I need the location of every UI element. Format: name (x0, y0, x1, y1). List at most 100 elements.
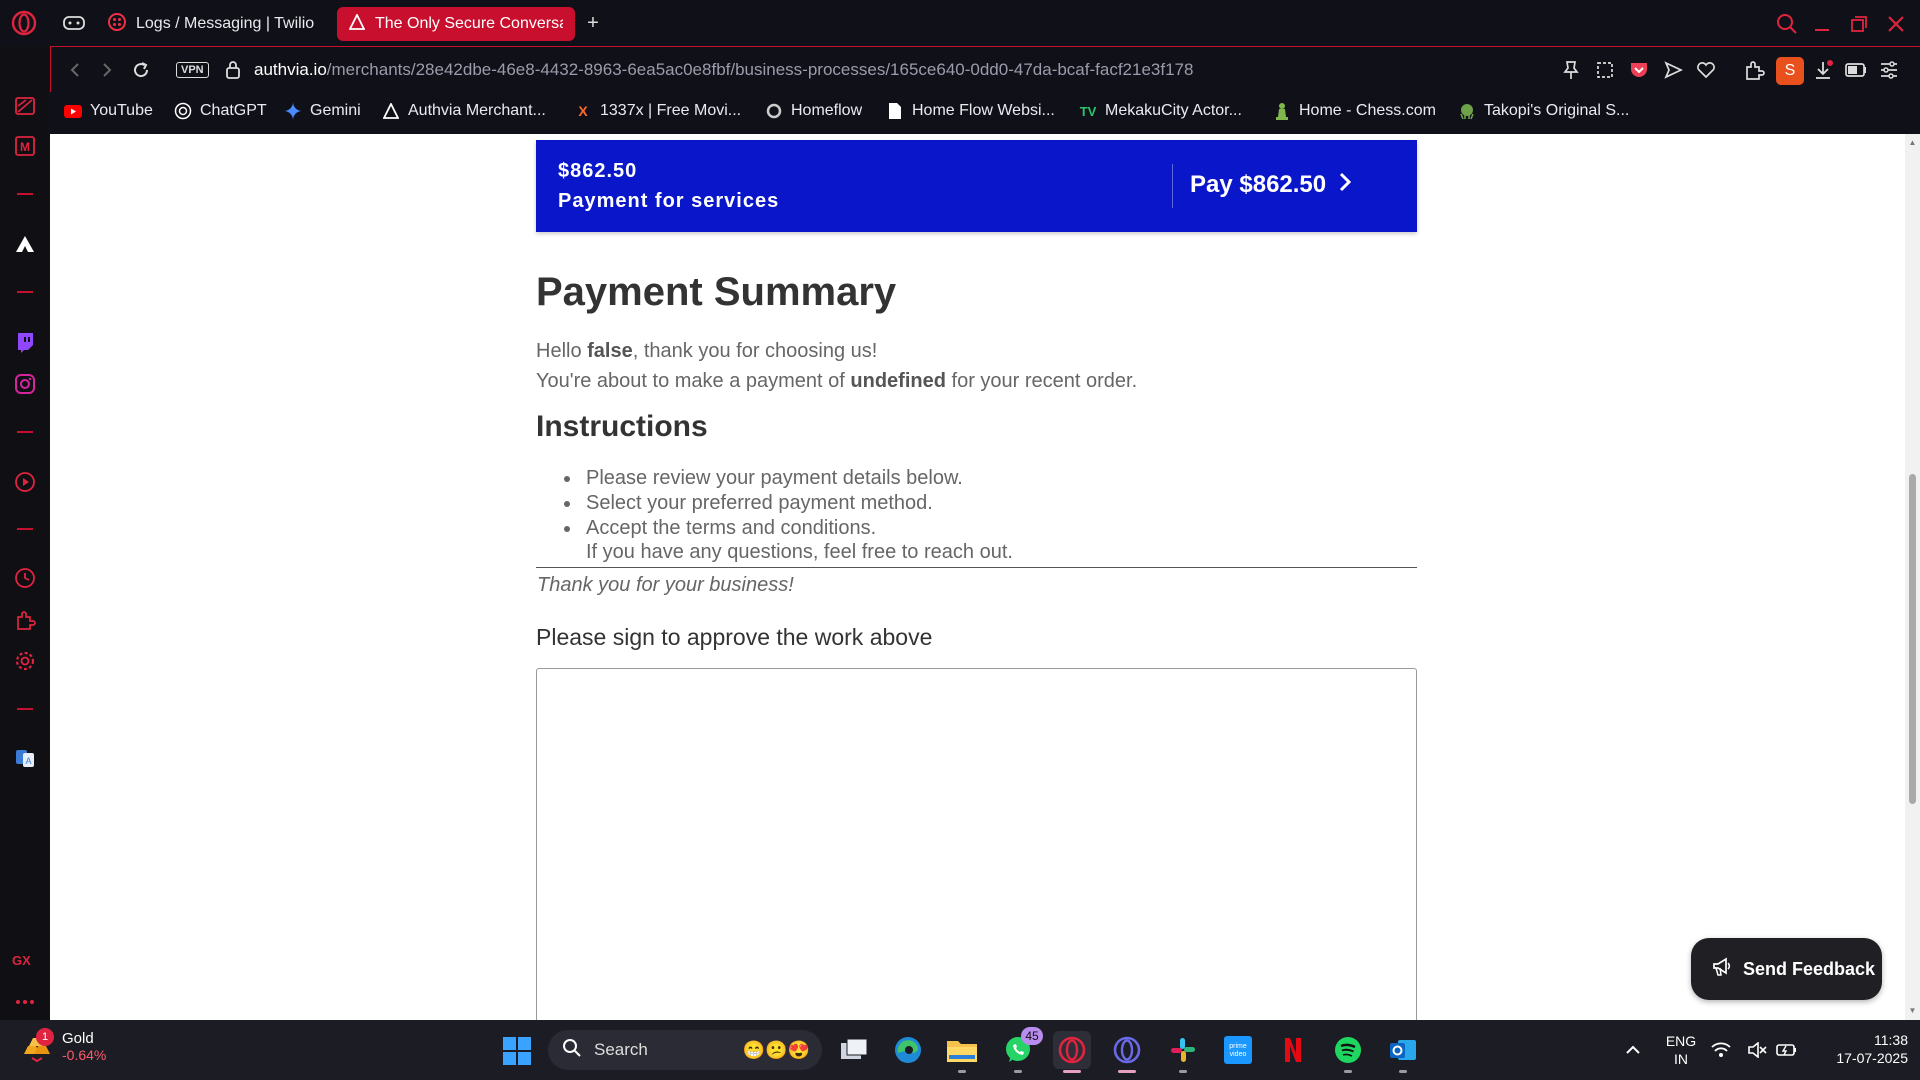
megaphone-icon (1711, 956, 1733, 982)
page-scrollbar[interactable]: ▲ ▼ (1905, 134, 1920, 1020)
reload-icon[interactable] (129, 58, 153, 82)
task-view-icon[interactable] (835, 1031, 873, 1069)
bookmark-gemini[interactable]: Gemini (284, 102, 361, 120)
running-indicator (1399, 1070, 1407, 1073)
bookmark-label: Home - Chess.com (1299, 102, 1436, 119)
sidebar-gmail-icon[interactable]: M (13, 134, 37, 158)
opera-taskbar-icon[interactable] (1108, 1031, 1146, 1073)
opera-gx-logo-icon[interactable] (10, 9, 38, 37)
extensions-icon[interactable] (1742, 58, 1766, 82)
emoji-icon: 😁😕😍 (742, 1040, 810, 1060)
gamepad-icon[interactable] (60, 9, 88, 37)
language-code: ENG (1665, 1033, 1697, 1049)
snapshot-icon[interactable] (1593, 58, 1617, 82)
file-explorer-icon[interactable] (943, 1031, 981, 1073)
signature-pad[interactable] (536, 668, 1417, 1020)
easy-setup-icon[interactable] (1877, 58, 1901, 82)
url-field[interactable]: authvia.io/merchants/28e42dbe-46e8-4432-… (254, 60, 1193, 80)
svg-text:M: M (20, 140, 30, 154)
sidebar-settings-icon[interactable] (13, 649, 37, 673)
volume-muted-icon[interactable] (1744, 1031, 1770, 1069)
forward-icon[interactable] (95, 58, 119, 82)
minimize-icon[interactable] (1808, 10, 1836, 38)
instructions-list: Please review your payment details below… (564, 466, 963, 541)
thank-you-text: Thank you for your business! (537, 574, 794, 596)
bookmark-label: Home Flow Websi... (912, 102, 1055, 119)
outlook-icon[interactable] (1384, 1031, 1422, 1073)
region-code: IN (1674, 1051, 1688, 1067)
sidebar-more-icon[interactable] (13, 990, 37, 1014)
feedback-label: Send Feedback (1743, 958, 1876, 979)
lock-icon[interactable] (221, 58, 245, 82)
download-icon[interactable] (1811, 58, 1835, 82)
bookmark-mekakucity[interactable]: TV MekakuCity Actor... (1079, 102, 1242, 120)
pay-button[interactable]: Pay $862.50 (1190, 160, 1352, 210)
windows-start-icon[interactable] (503, 1037, 531, 1065)
web-page: $862.50 Payment for services Pay $862.50… (50, 134, 1905, 1020)
sidebar-gx-label[interactable]: GX (12, 953, 31, 968)
netflix-icon[interactable] (1274, 1031, 1312, 1069)
url-host: authvia.io (254, 60, 327, 79)
taskbar-search[interactable]: Search 😁😕😍 (548, 1030, 822, 1070)
payment-amount-text: undefined (850, 370, 946, 392)
search-icon[interactable] (1773, 10, 1801, 38)
bookmark-1337x[interactable]: X 1337x | Free Movi... (574, 102, 741, 120)
pin-icon[interactable] (1559, 58, 1583, 82)
sidebar-player-icon[interactable] (13, 470, 37, 494)
clock-time: 11:38 (1874, 1032, 1908, 1048)
tab-twilio-logs[interactable]: Logs / Messaging | Twilio (96, 7, 328, 41)
close-icon[interactable] (1882, 10, 1910, 38)
clock[interactable]: 11:38 17-07-2025 (1812, 1031, 1908, 1067)
send-feedback-button[interactable]: Send Feedback (1691, 938, 1882, 1000)
back-icon[interactable] (63, 58, 87, 82)
sidebar-divider (17, 291, 33, 293)
gold-bars-icon: 1 (22, 1027, 54, 1062)
prime-video-icon[interactable]: prime video (1219, 1031, 1257, 1069)
sidebar-translate-icon[interactable]: A (13, 746, 37, 770)
running-indicator (1344, 1070, 1352, 1073)
bookmark-homeflow[interactable]: Homeflow (765, 102, 862, 120)
bookmark-home-flow-website[interactable]: Home Flow Websi... (886, 102, 1055, 120)
sidebar-divider (17, 528, 33, 530)
tray-chevron-up-icon[interactable] (1614, 1031, 1652, 1069)
language-indicator[interactable]: ENG IN (1664, 1032, 1698, 1068)
sidebar-authvia-icon[interactable] (13, 232, 37, 256)
battery-saver-icon[interactable] (1844, 58, 1868, 82)
profile-avatar[interactable]: S (1776, 57, 1804, 85)
sidebar-divider (17, 708, 33, 710)
sidebar-extensions-icon[interactable] (13, 608, 37, 632)
restore-icon[interactable] (1845, 10, 1873, 38)
bookmark-chatgpt[interactable]: ChatGPT (174, 102, 267, 120)
slack-icon[interactable] (1164, 1031, 1202, 1073)
tv-icon: TV (1079, 103, 1097, 119)
bookmark-authvia[interactable]: Authvia Merchant... (382, 102, 546, 120)
wifi-icon[interactable] (1708, 1031, 1734, 1069)
battery-icon[interactable] (1774, 1031, 1800, 1069)
scrollbar-thumb[interactable] (1909, 474, 1916, 804)
whatsapp-icon[interactable]: 45 (999, 1027, 1043, 1073)
bookmark-chess[interactable]: Home - Chess.com (1273, 102, 1436, 120)
sidebar-history-icon[interactable] (13, 566, 37, 590)
vpn-badge[interactable]: VPN (176, 62, 209, 78)
sidebar-speed-dial-icon[interactable] (13, 94, 37, 118)
tab-title: Logs / Messaging | Twilio (136, 15, 315, 32)
stock-widget[interactable]: 1 Gold -0.64% (22, 1027, 107, 1063)
send-icon[interactable] (1661, 58, 1685, 82)
stock-change: -0.64% (62, 1047, 107, 1063)
scroll-down-icon[interactable]: ▼ (1908, 1006, 1917, 1015)
sidebar-divider (17, 193, 33, 195)
bookmark-takopi[interactable]: Takopi's Original S... (1458, 102, 1629, 120)
scroll-up-icon[interactable]: ▲ (1908, 138, 1917, 147)
sidebar-twitch-icon[interactable] (13, 330, 37, 354)
opera-gx-taskbar-icon[interactable] (1053, 1031, 1091, 1073)
pocket-icon[interactable] (1627, 58, 1651, 82)
bookmark-youtube[interactable]: YouTube (64, 102, 153, 120)
sidebar-instagram-icon[interactable] (13, 372, 37, 396)
tab-secure-conversations[interactable]: The Only Secure Conversations (337, 7, 575, 41)
new-tab-button[interactable]: + (582, 13, 604, 35)
page-title: Payment Summary (536, 270, 897, 314)
heart-icon[interactable] (1694, 58, 1718, 82)
edge-icon[interactable] (889, 1031, 927, 1069)
spotify-icon[interactable] (1329, 1031, 1367, 1073)
running-indicator (1014, 1070, 1022, 1073)
